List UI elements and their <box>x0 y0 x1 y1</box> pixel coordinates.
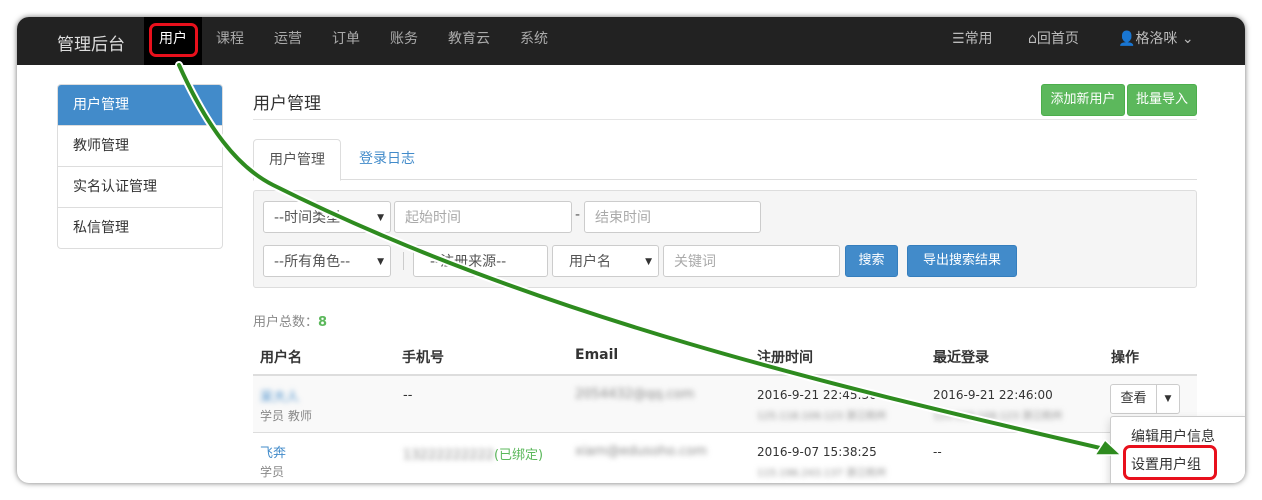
arrow-icon <box>175 61 1123 456</box>
app-window: 管理后台 用户 课程 运营 订单 账务 教育云 系统 ☰常用 ⌂回首页 👤格洛咪… <box>17 17 1245 483</box>
